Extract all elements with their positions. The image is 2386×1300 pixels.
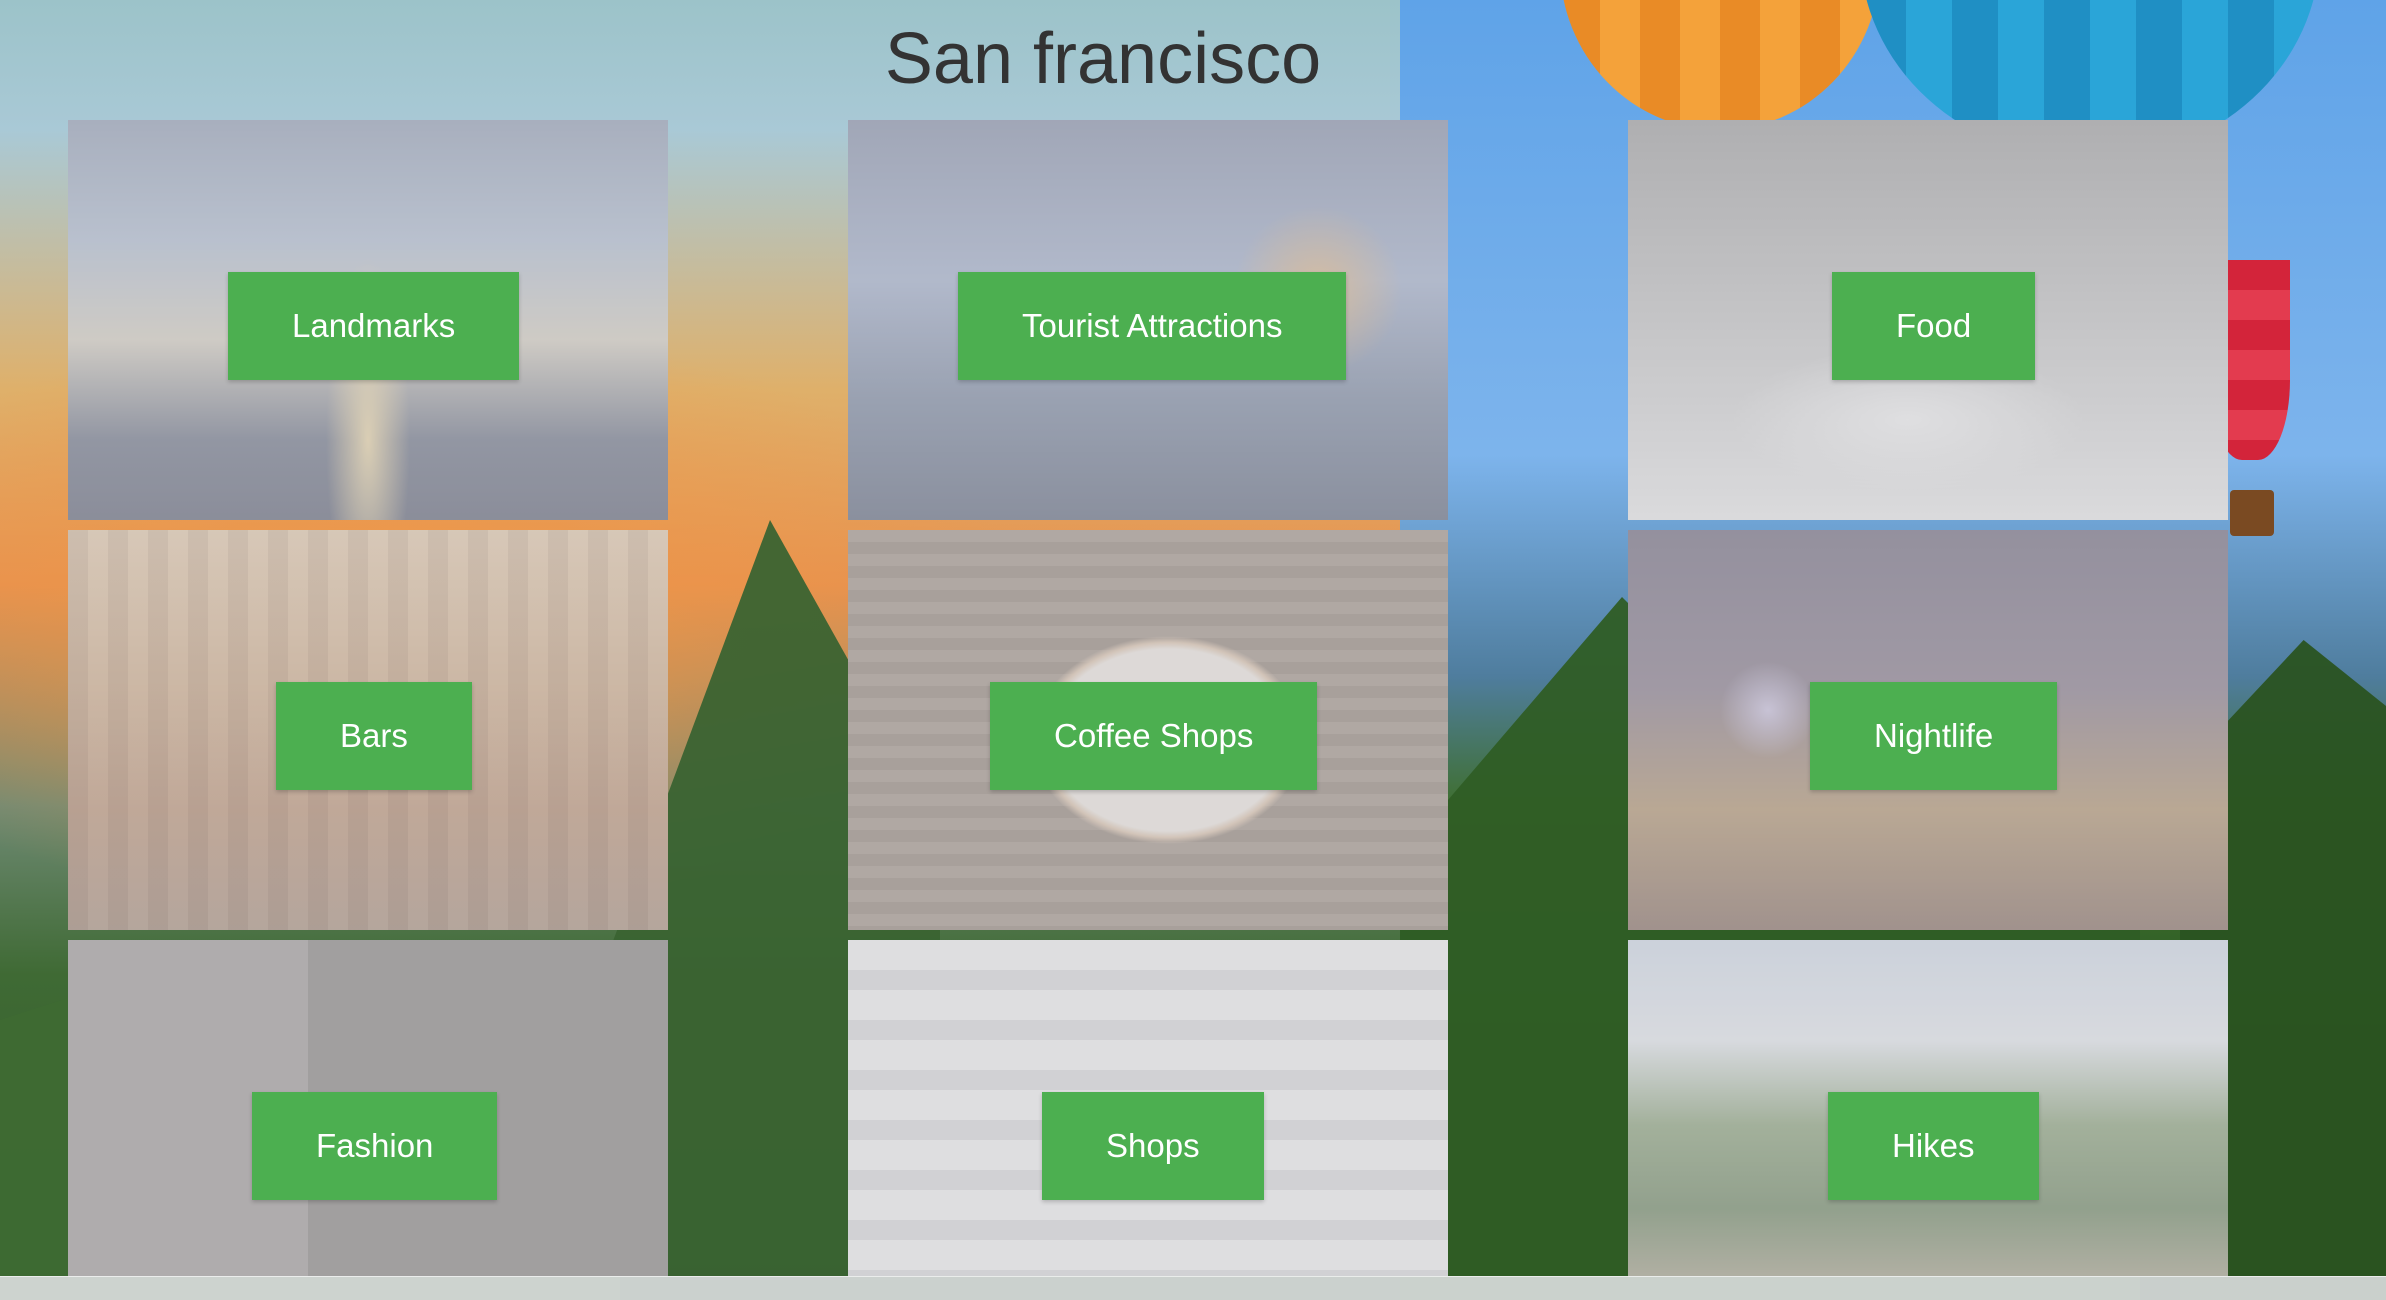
category-card-fashion: Fashion xyxy=(68,940,668,1276)
dock xyxy=(0,1276,2386,1300)
landmarks-button[interactable]: Landmarks xyxy=(228,272,520,380)
balloon-basket xyxy=(2230,490,2274,536)
category-card-bars: Bars xyxy=(68,530,668,930)
fashion-button[interactable]: Fashion xyxy=(252,1092,498,1200)
shops-button[interactable]: Shops xyxy=(1042,1092,1264,1200)
coffee-shops-button[interactable]: Coffee Shops xyxy=(990,682,1318,790)
category-card-food: Food xyxy=(1628,120,2228,520)
category-card-coffee-shops: Coffee Shops xyxy=(848,530,1448,930)
category-card-shops: Shops xyxy=(848,940,1448,1276)
tourist-attractions-button[interactable]: Tourist Attractions xyxy=(958,272,1347,380)
category-card-landmarks: Landmarks xyxy=(68,120,668,520)
category-card-nightlife: Nightlife xyxy=(1628,530,2228,930)
bars-button[interactable]: Bars xyxy=(276,682,472,790)
food-button[interactable]: Food xyxy=(1832,272,2036,380)
nightlife-button[interactable]: Nightlife xyxy=(1810,682,2058,790)
category-card-hikes: Hikes xyxy=(1628,940,2228,1276)
page-title: San francisco xyxy=(884,19,1322,99)
category-card-tourist-attractions: Tourist Attractions xyxy=(848,120,1448,520)
hikes-button[interactable]: Hikes xyxy=(1828,1092,2039,1200)
